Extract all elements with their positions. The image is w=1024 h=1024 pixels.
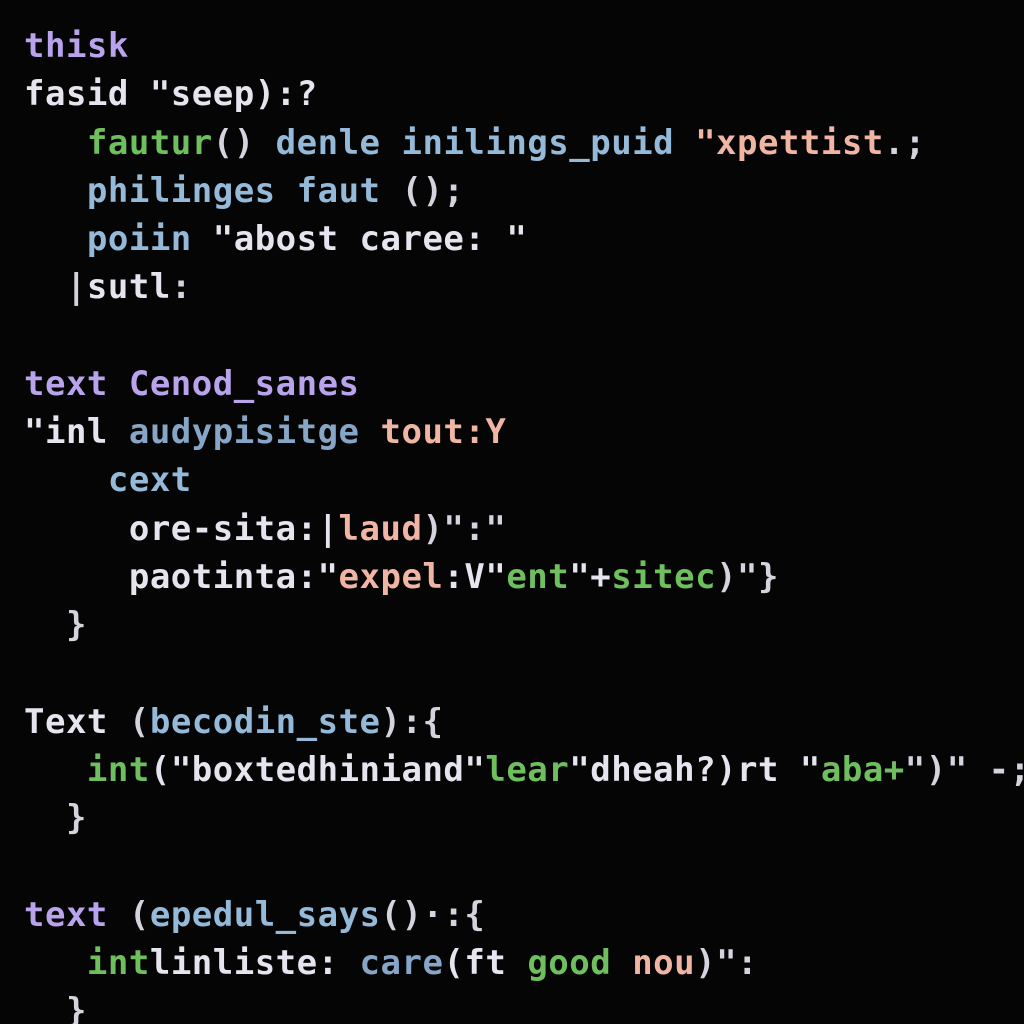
code-line: int("boxtedhiniand"lear"dheah?)rt "aba+"…: [24, 750, 1024, 790]
ident: lear: [485, 750, 569, 790]
code-line: poiin "abost caree: ": [24, 219, 527, 259]
ident: laud: [339, 509, 423, 549]
string: "dheah?)rt ": [569, 750, 821, 790]
code-line: "inl audypisitge tout:Y: [24, 412, 506, 452]
code-line: }: [24, 798, 87, 838]
ident: sitec: [611, 557, 716, 597]
punct: ):{: [381, 702, 444, 742]
function: care: [360, 943, 444, 983]
string: "xpettist: [674, 123, 884, 163]
string: "seep):?: [129, 74, 318, 114]
ident: faut: [276, 171, 381, 211]
keyword: Text: [24, 702, 108, 742]
indent: [24, 219, 87, 259]
punct: )":": [422, 509, 506, 549]
ident: nou: [611, 943, 695, 983]
indent: [24, 460, 108, 500]
ident: aba+: [821, 750, 905, 790]
punct: |: [24, 267, 87, 307]
punct: :: [171, 267, 192, 307]
text: (ft: [443, 943, 527, 983]
keyword: text: [24, 364, 108, 404]
brace: }: [24, 605, 87, 645]
ident: expel: [339, 557, 444, 597]
punct: )":: [695, 943, 758, 983]
code-line: thisk: [24, 26, 129, 66]
punct: )"}: [716, 557, 779, 597]
indent: [24, 750, 87, 790]
punct: .;: [884, 123, 926, 163]
punct: ();: [381, 171, 465, 211]
ident: poiin: [87, 219, 192, 259]
keyword: thisk: [24, 26, 129, 66]
code-line: }: [24, 991, 87, 1024]
punct: ")" -;,: [905, 750, 1024, 790]
code-line: text (epedul_says()·:{: [24, 895, 485, 935]
code-line: fautur() denle inilings_puid "xpettist.;: [24, 123, 926, 163]
ident: ent: [506, 557, 569, 597]
code-line: intlinliste: care(ft good nou)":: [24, 943, 758, 983]
text: linliste:: [150, 943, 360, 983]
string: "abost caree: ": [192, 219, 528, 259]
ident: sutl: [87, 267, 171, 307]
ident: philinges: [87, 171, 276, 211]
code-line: ore-sita:|laud)":": [24, 509, 506, 549]
function: int: [87, 750, 150, 790]
punct: (: [108, 895, 150, 935]
ident: fasid: [24, 74, 129, 114]
text: ore-sita:|: [24, 509, 339, 549]
indent: [24, 943, 87, 983]
code-editor[interactable]: thisk fasid "seep):? fautur() denle inil…: [0, 0, 1024, 1024]
brace: }: [24, 991, 87, 1024]
brace: }: [24, 798, 87, 838]
code-line: paotinta:"expel:V"ent"+sitec)"}: [24, 557, 779, 597]
punct: (): [213, 123, 255, 163]
indent: [24, 123, 87, 163]
text: :V": [443, 557, 506, 597]
type: denle: [255, 123, 381, 163]
code-line: }: [24, 605, 87, 645]
code-line: text Cenod_sanes: [24, 364, 360, 404]
indent: [24, 171, 87, 211]
keyword: text: [24, 895, 108, 935]
code-line: Text (becodin_ste):{: [24, 702, 443, 742]
ident: inilings_puid: [381, 123, 675, 163]
keyword: int: [87, 943, 150, 983]
code-line: fasid "seep):?: [24, 74, 318, 114]
function: fautur: [87, 123, 213, 163]
code-line: cext: [24, 460, 192, 500]
ident: tout:Y: [360, 412, 507, 452]
ident: good: [527, 943, 611, 983]
punct: (: [108, 702, 150, 742]
text: paotinta:": [24, 557, 339, 597]
code-line: |sutl:: [24, 267, 192, 307]
text: "+: [569, 557, 611, 597]
ident: becodin_ste: [150, 702, 381, 742]
string: "inl: [24, 412, 108, 452]
string: ("boxtedhiniand": [150, 750, 486, 790]
ident: cext: [108, 460, 192, 500]
ident: Cenod_sanes: [108, 364, 360, 404]
ident: audypisitge: [108, 412, 360, 452]
function: epedul_says: [150, 895, 381, 935]
code-line: philinges faut ();: [24, 171, 464, 211]
punct: ()·:{: [381, 895, 486, 935]
